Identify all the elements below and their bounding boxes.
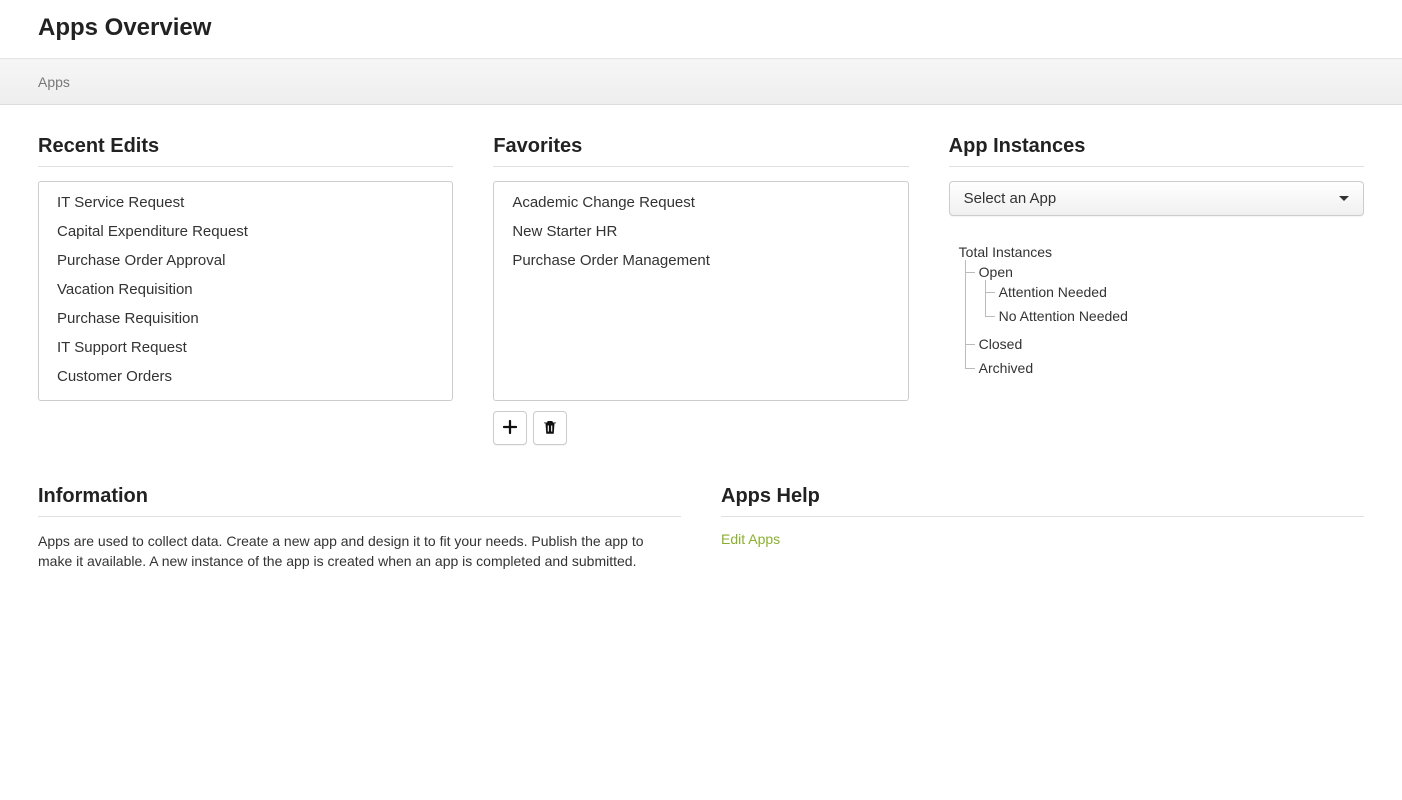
dropdown-label: Select an App xyxy=(964,190,1057,207)
add-favorite-button[interactable] xyxy=(493,411,527,445)
list-item[interactable]: IT Support Request xyxy=(39,333,452,362)
list-item[interactable]: Academic Change Request xyxy=(494,188,907,217)
breadcrumb-bar: Apps xyxy=(0,59,1402,105)
recent-edits-list[interactable]: IT Service Request Capital Expenditure R… xyxy=(38,181,453,401)
recent-edits-title: Recent Edits xyxy=(38,135,453,167)
recent-edits-panel: Recent Edits IT Service Request Capital … xyxy=(38,135,453,445)
app-instances-title: App Instances xyxy=(949,135,1364,167)
tree-node-total[interactable]: Total Instances xyxy=(959,244,1052,260)
tree-node-no-attention-needed[interactable]: No Attention Needed xyxy=(999,308,1128,324)
list-item[interactable]: New Starter HR xyxy=(494,217,907,246)
page-header: Apps Overview xyxy=(0,0,1402,59)
list-item[interactable]: Vacation Requisition xyxy=(39,275,452,304)
tree-node-attention-needed[interactable]: Attention Needed xyxy=(999,284,1107,300)
list-item[interactable]: Capital Expenditure Request xyxy=(39,217,452,246)
favorites-panel: Favorites Academic Change Request New St… xyxy=(493,135,908,445)
trash-icon xyxy=(541,418,559,439)
list-item[interactable]: Purchase Order Management xyxy=(494,246,907,275)
list-item[interactable]: Purchase Order Approval xyxy=(39,246,452,275)
favorites-actions xyxy=(493,411,908,445)
favorites-list[interactable]: Academic Change Request New Starter HR P… xyxy=(493,181,908,401)
tree-node-open[interactable]: Open xyxy=(979,264,1013,280)
list-item[interactable]: Customer Orders xyxy=(39,362,452,391)
breadcrumb[interactable]: Apps xyxy=(38,74,70,90)
information-body: Apps are used to collect data. Create a … xyxy=(38,531,678,572)
tree-node-archived[interactable]: Archived xyxy=(979,360,1033,376)
plus-icon xyxy=(501,418,519,439)
page-title: Apps Overview xyxy=(38,14,1364,42)
favorites-title: Favorites xyxy=(493,135,908,167)
apps-help-panel: Apps Help Edit Apps xyxy=(721,485,1364,572)
information-panel: Information Apps are used to collect dat… xyxy=(38,485,681,572)
instances-tree: Total Instances Open Attention Needed No… xyxy=(949,240,1364,384)
information-title: Information xyxy=(38,485,681,517)
delete-favorite-button[interactable] xyxy=(533,411,567,445)
list-item[interactable]: Purchase Requisition xyxy=(39,304,452,333)
select-app-dropdown[interactable]: Select an App xyxy=(949,181,1364,216)
list-item[interactable]: IT Service Request xyxy=(39,188,452,217)
caret-down-icon xyxy=(1339,196,1349,201)
apps-help-title: Apps Help xyxy=(721,485,1364,517)
edit-apps-link[interactable]: Edit Apps xyxy=(721,531,780,547)
tree-node-closed[interactable]: Closed xyxy=(979,336,1023,352)
app-instances-panel: App Instances Select an App Total Instan… xyxy=(949,135,1364,445)
